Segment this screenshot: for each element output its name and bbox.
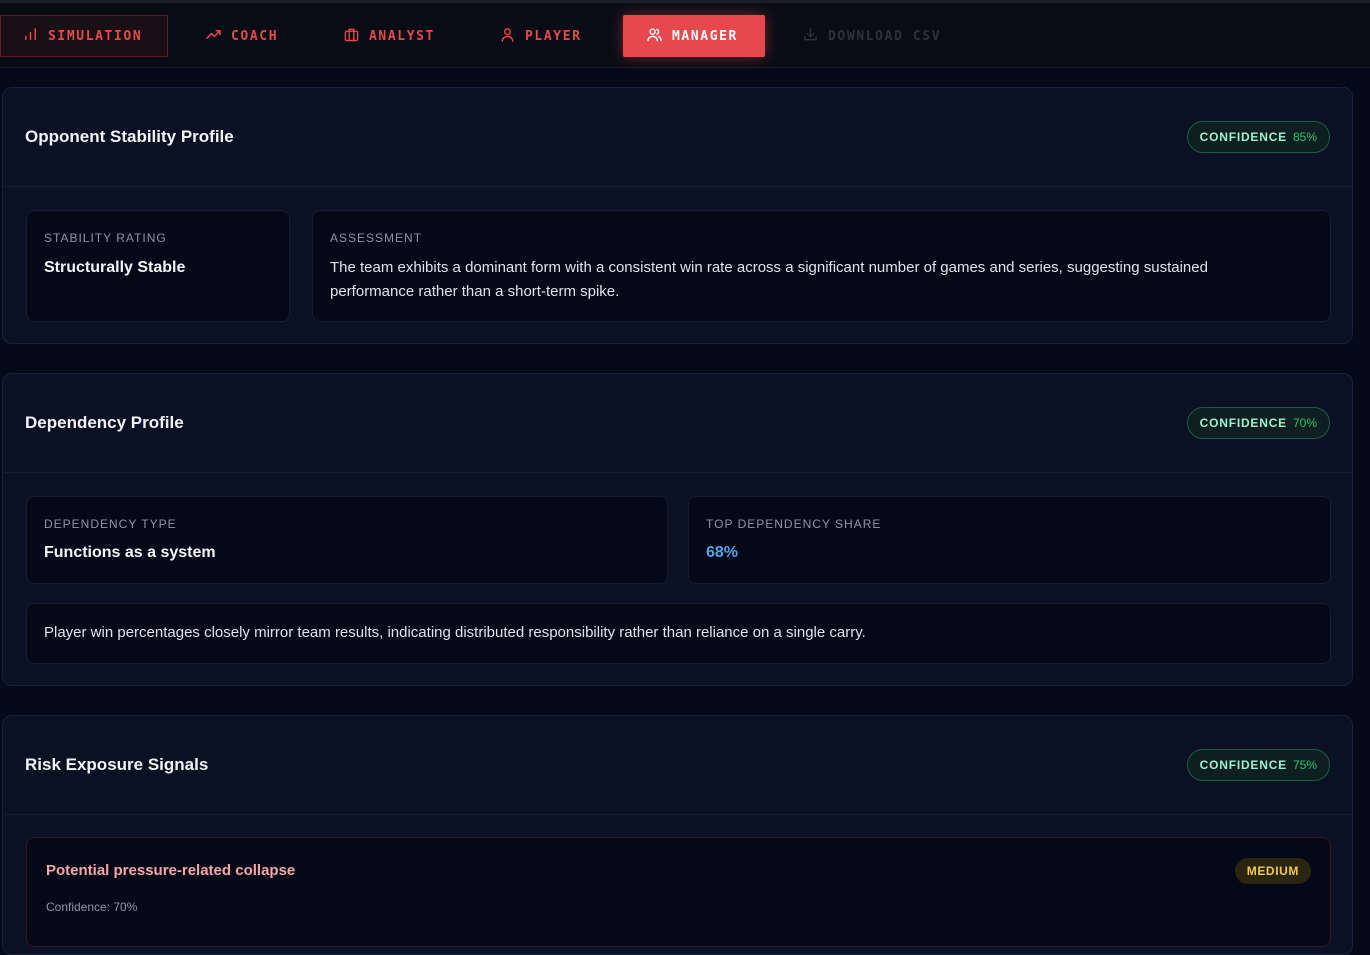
dependency-note-text: Player win percentages closely mirror te… — [44, 624, 866, 641]
download-csv-button[interactable]: DOWNLOAD CSV — [783, 15, 961, 57]
confidence-badge: CONFIDENCE 85% — [1186, 121, 1330, 153]
card-title: Risk Exposure Signals — [25, 755, 209, 774]
assessment-box: ASSESSMENT The team exhibits a dominant … — [312, 210, 1331, 322]
risk-exposure-card: Risk Exposure Signals CONFIDENCE 75% Pot… — [2, 715, 1353, 955]
top-dependency-share-box: TOP DEPENDENCY SHARE 68% — [688, 496, 1331, 584]
dependency-type-box: DEPENDENCY TYPE Functions as a system — [26, 496, 668, 584]
stability-profile-card: Opponent Stability Profile CONFIDENCE 85… — [2, 87, 1353, 344]
confidence-value: 75% — [1292, 758, 1317, 772]
confidence-value: 70% — [1292, 416, 1317, 430]
tab-manager-label: MANAGER — [672, 28, 738, 44]
tab-coach-label: COACH — [231, 28, 279, 44]
tab-analyst-label: ANALYST — [369, 28, 435, 44]
user-icon — [500, 27, 515, 46]
users-icon — [647, 27, 662, 46]
tab-manager[interactable]: MANAGER — [623, 15, 765, 57]
card-header: Dependency Profile CONFIDENCE 70% — [3, 374, 1352, 473]
tab-analyst[interactable]: ANALYST — [324, 15, 455, 57]
severity-badge: MEDIUM — [1234, 858, 1311, 884]
download-csv-label: DOWNLOAD CSV — [828, 28, 942, 44]
tab-player-label: PLAYER — [525, 28, 582, 44]
risk-signal-item: Potential pressure-related collapse Conf… — [26, 837, 1331, 947]
tab-simulation[interactable]: SIMULATION — [0, 15, 168, 57]
trending-up-icon — [206, 27, 221, 46]
tab-coach[interactable]: COACH — [186, 15, 298, 57]
confidence-label: CONFIDENCE — [1199, 130, 1287, 144]
top-dependency-share-value: 68% — [706, 544, 739, 561]
dependency-note-box: Player win percentages closely mirror te… — [26, 603, 1331, 664]
bar-chart-icon — [23, 27, 38, 46]
dependency-type-label: DEPENDENCY TYPE — [44, 517, 177, 531]
download-icon — [803, 27, 818, 46]
dependency-type-value: Functions as a system — [44, 544, 216, 561]
card-title: Opponent Stability Profile — [25, 127, 234, 146]
assessment-text: The team exhibits a dominant form with a… — [330, 259, 1208, 300]
top-nav-bar: SIMULATION COACH ANALYST PLAYER MANAGER … — [0, 0, 1370, 68]
stability-rating-value: Structurally Stable — [44, 259, 186, 276]
confidence-badge: CONFIDENCE 75% — [1186, 749, 1330, 781]
stability-rating-label: STABILITY RATING — [44, 231, 167, 245]
confidence-label: CONFIDENCE — [1199, 758, 1287, 772]
assessment-label: ASSESSMENT — [330, 231, 423, 245]
card-header: Risk Exposure Signals CONFIDENCE 75% — [3, 716, 1352, 815]
confidence-value: 85% — [1292, 130, 1317, 144]
tab-player[interactable]: PLAYER — [480, 15, 602, 57]
risk-signal-title: Potential pressure-related collapse — [46, 862, 296, 879]
briefcase-icon — [344, 27, 359, 46]
tab-simulation-label: SIMULATION — [48, 28, 143, 44]
stability-rating-box: STABILITY RATING Structurally Stable — [26, 210, 290, 322]
card-header: Opponent Stability Profile CONFIDENCE 85… — [3, 88, 1352, 187]
confidence-label: CONFIDENCE — [1199, 416, 1287, 430]
confidence-badge: CONFIDENCE 70% — [1186, 407, 1330, 439]
top-dependency-share-label: TOP DEPENDENCY SHARE — [706, 517, 882, 531]
dependency-profile-card: Dependency Profile CONFIDENCE 70% DEPEND… — [2, 373, 1353, 686]
card-title: Dependency Profile — [25, 413, 184, 432]
risk-signal-confidence: Confidence: 70% — [46, 900, 138, 914]
